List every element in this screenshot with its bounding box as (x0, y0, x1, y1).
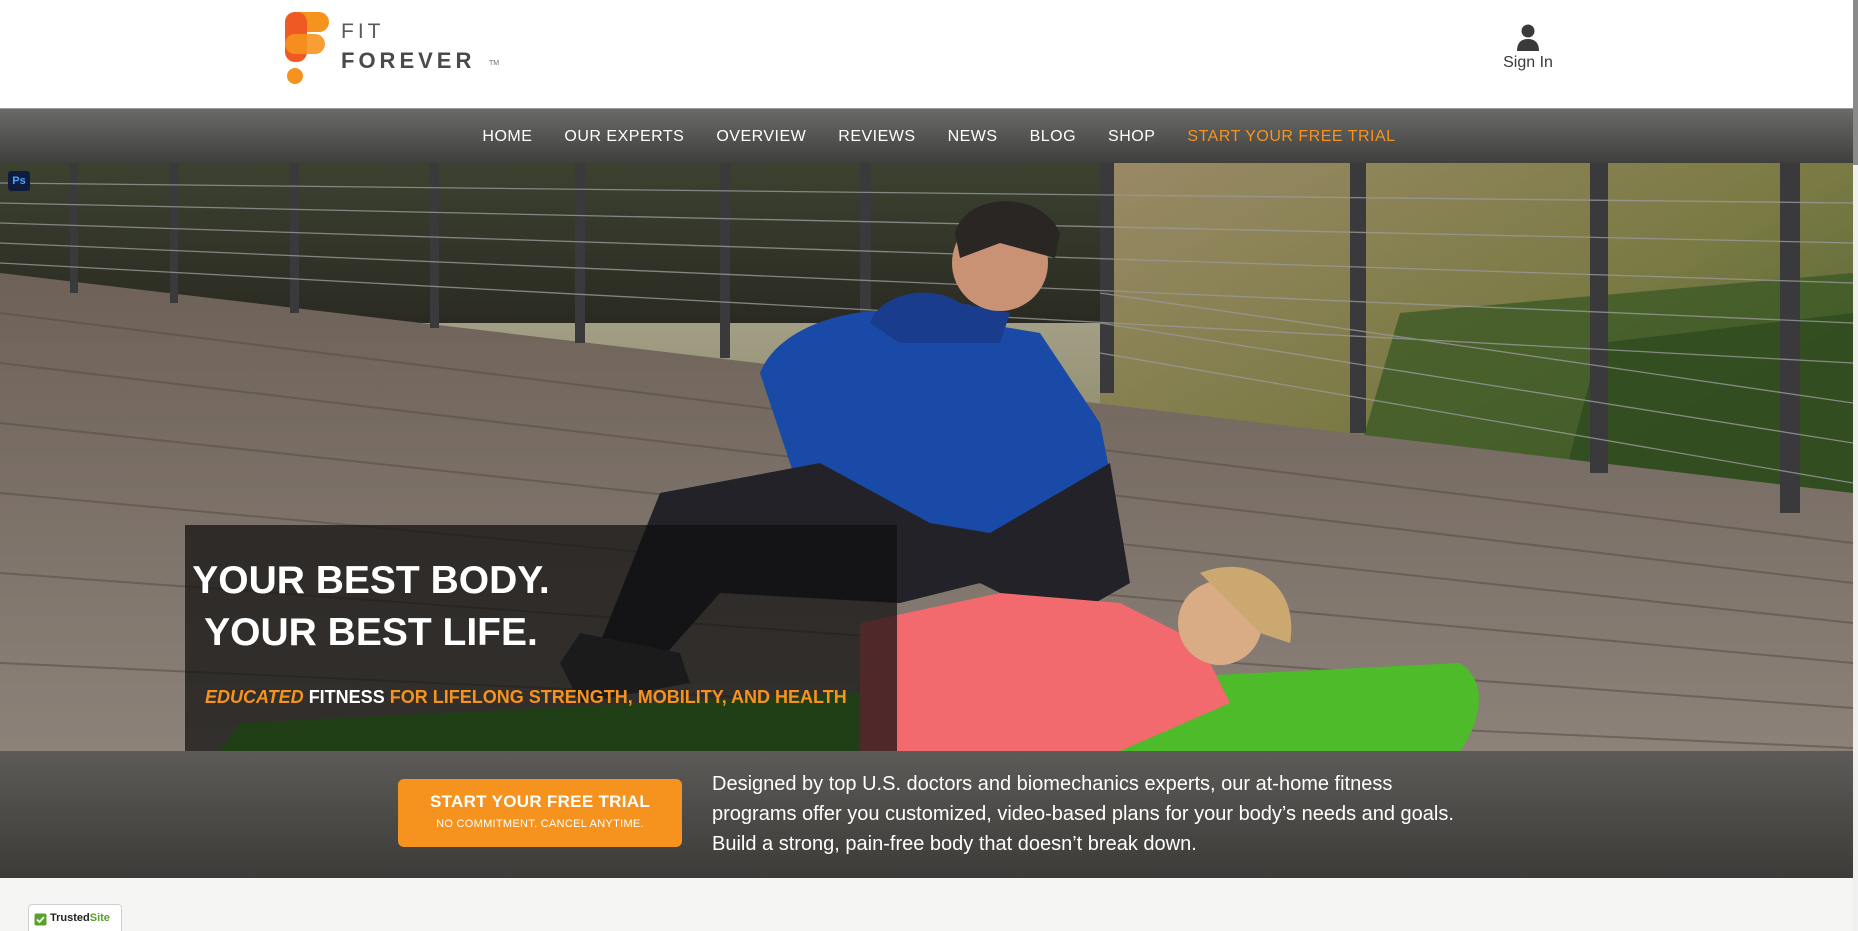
trustedsite-label: TrustedSite (50, 912, 110, 924)
promo-band: START YOUR FREE TRIAL NO COMMITMENT. CAN… (0, 751, 1853, 878)
logo-trademark: TM (489, 60, 500, 67)
trustedsite-badge[interactable]: TrustedSite (28, 904, 122, 931)
logo-mark-icon (285, 12, 329, 84)
hero-banner: Ps YOUR BEST BODY. YOUR BEST LIFE. EDUCA… (0, 163, 1853, 751)
hero-headline-line-2: YOUR BEST LIFE. (204, 611, 538, 654)
site-header: FIT FOREVER TM Sign In (0, 0, 1853, 108)
photoshop-badge-icon: Ps (8, 171, 30, 191)
scrollbar-thumb[interactable] (1853, 0, 1858, 165)
tagline-educated: EDUCATED (205, 687, 304, 707)
nav-item-home[interactable]: HOME (482, 128, 532, 146)
cta-subtitle: NO COMMITMENT. CANCEL ANYTIME. (436, 818, 644, 830)
nav-list: HOME OUR EXPERTS OVERVIEW REVIEWS NEWS B… (0, 109, 1853, 164)
hero-tagline: EDUCATED FITNESS FOR LIFELONG STRENGTH, … (205, 687, 847, 708)
site-word: Site (89, 912, 110, 924)
nav-item-our-experts[interactable]: OUR EXPERTS (564, 128, 684, 146)
main-navigation: HOME OUR EXPERTS OVERVIEW REVIEWS NEWS B… (0, 108, 1853, 163)
nav-item-free-trial[interactable]: START YOUR FREE TRIAL (1187, 128, 1395, 146)
hero-headline-line-1: YOUR BEST BODY. (192, 559, 550, 602)
tagline-fitness: FITNESS (308, 687, 385, 707)
cta-title: START YOUR FREE TRIAL (429, 792, 651, 811)
sign-in-label: Sign In (1503, 54, 1553, 71)
tagline-rest: FOR LIFELONG STRENGTH, MOBILITY, AND HEA… (389, 687, 847, 707)
fit-forever-logo[interactable]: FIT FOREVER TM (283, 10, 503, 90)
nav-item-news[interactable]: NEWS (948, 128, 998, 146)
hero-headline: YOUR BEST BODY. YOUR BEST LIFE. (15, 555, 727, 659)
nav-item-blog[interactable]: BLOG (1030, 128, 1076, 146)
start-free-trial-button[interactable]: START YOUR FREE TRIAL NO COMMITMENT. CAN… (398, 779, 682, 847)
checkmark-icon (34, 913, 47, 926)
program-description: Designed by top U.S. doctors and biomech… (712, 773, 1454, 855)
nav-item-overview[interactable]: OVERVIEW (716, 128, 806, 146)
logo-forever-text: FOREVER (341, 48, 476, 73)
user-icon (1517, 24, 1539, 51)
page-scrollbar[interactable] (1853, 0, 1858, 931)
nav-item-reviews[interactable]: REVIEWS (838, 128, 915, 146)
trusted-word: Trusted (50, 912, 90, 924)
nav-item-shop[interactable]: SHOP (1108, 128, 1155, 146)
logo-fit-text: FIT (341, 20, 385, 43)
sign-in-button[interactable]: Sign In (1496, 24, 1560, 76)
hero-text-box: YOUR BEST BODY. YOUR BEST LIFE. EDUCATED… (185, 525, 897, 751)
